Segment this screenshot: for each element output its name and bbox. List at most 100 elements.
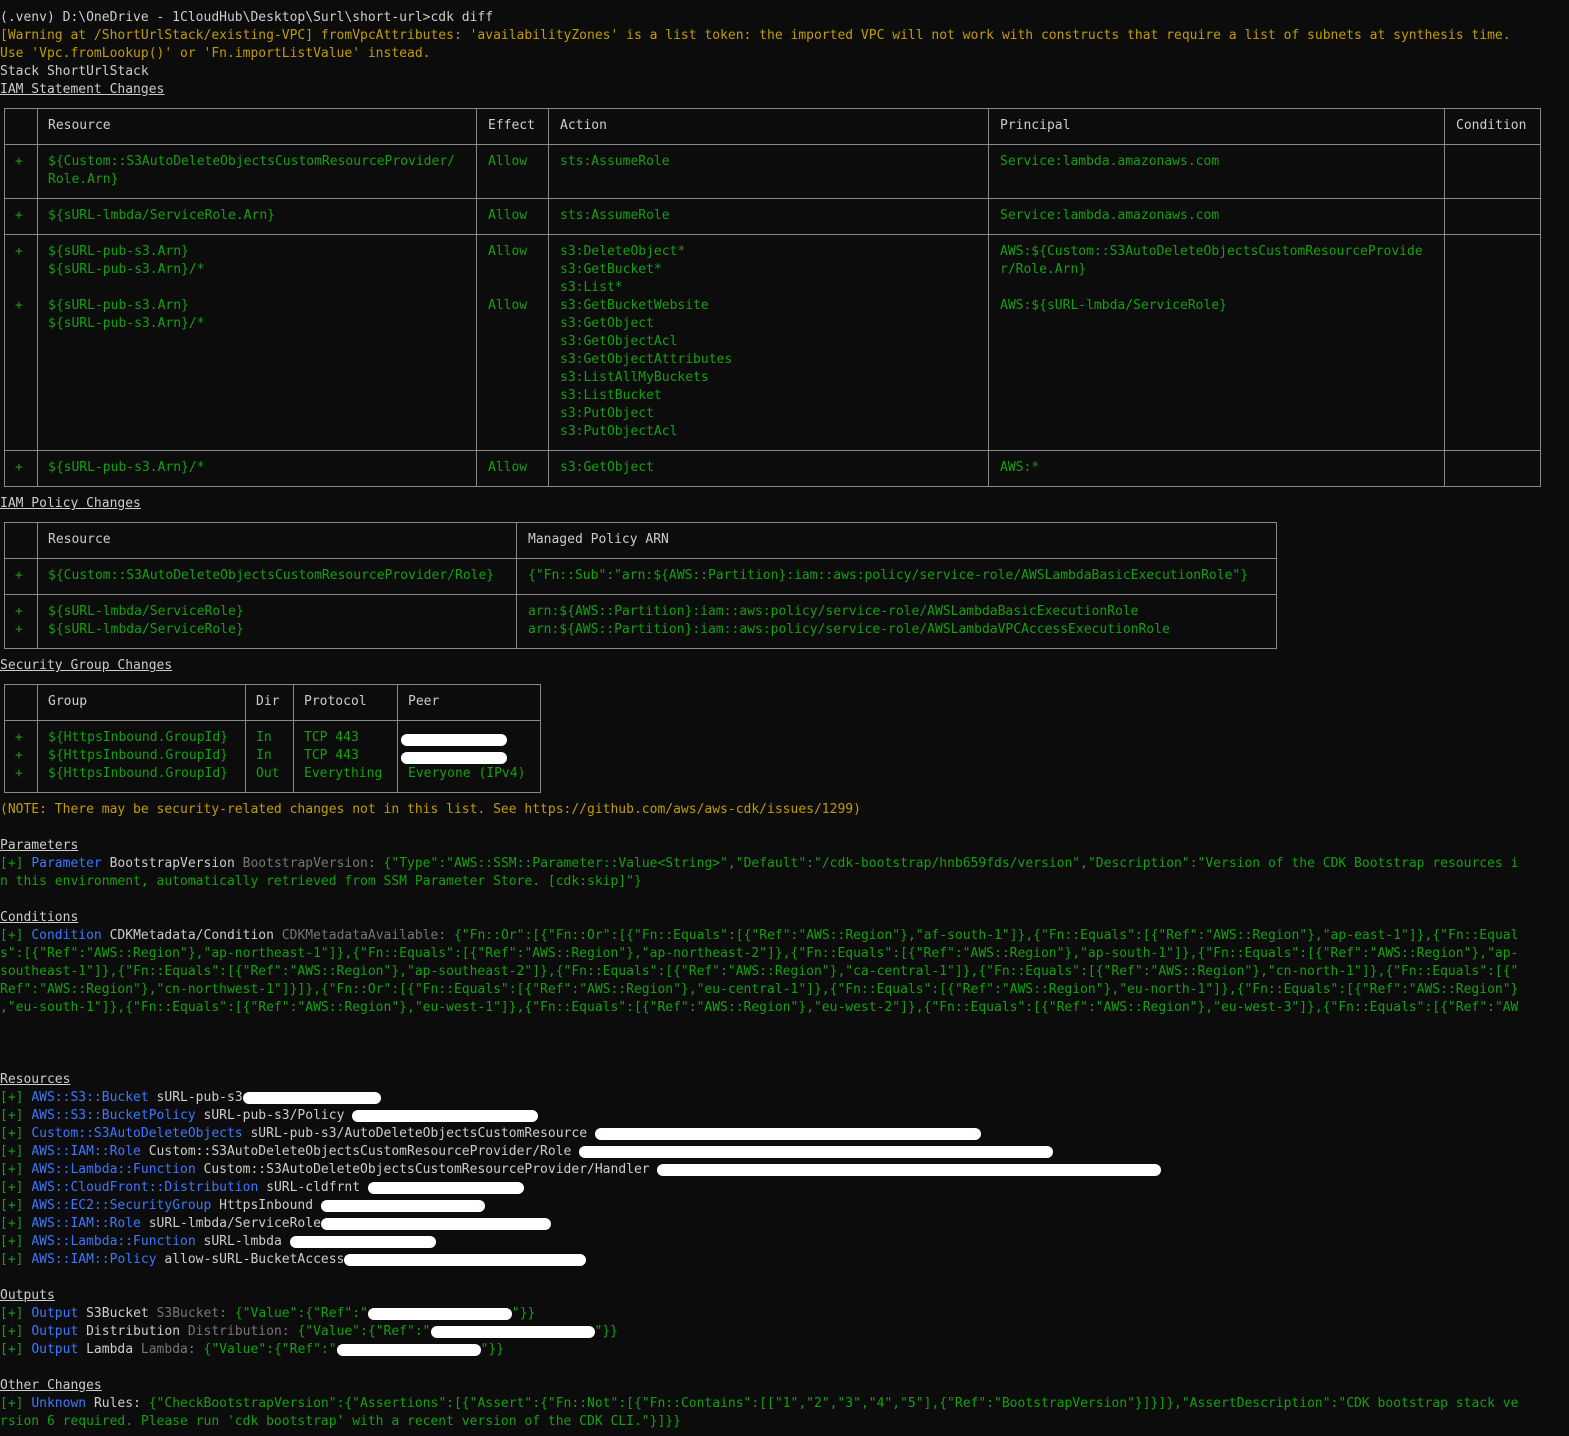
stack-line: Stack ShortUrlStack xyxy=(0,64,149,79)
header-resource: Resource xyxy=(48,532,111,547)
logical-name: Rules: xyxy=(93,1396,141,1411)
resource-name: sURL-pub-s3/AutoDeleteObjectsCustomResou… xyxy=(250,1126,588,1141)
security-group-title: Security Group Changes xyxy=(0,658,173,673)
logical-name: BootstrapVersion xyxy=(109,856,235,871)
resource-name: sURL-pub-s3 xyxy=(156,1090,243,1105)
resource-name: sURL-pub-s3/Policy xyxy=(203,1108,345,1123)
header-group: Group xyxy=(48,694,88,709)
row-protocol: TCP 443 TCP 443 Everything xyxy=(304,730,383,781)
added-marker: [+] xyxy=(0,928,24,943)
output-name: Distribution xyxy=(86,1324,181,1339)
resource-line: [+] AWS::IAM::Role sURL-lmbda/ServiceRol… xyxy=(0,1215,551,1233)
added-marker: [+] xyxy=(0,856,24,871)
iam-policy-table: Resource Managed Policy ARN + ${Custom::… xyxy=(4,522,1277,649)
header-principal: Principal xyxy=(1000,118,1071,133)
redacted-logical-id xyxy=(657,1163,1162,1176)
header-action: Action xyxy=(560,118,607,133)
row-action: s3:GetObject xyxy=(560,460,654,475)
resource-type: Custom::S3AutoDeleteObjects xyxy=(31,1126,243,1141)
resource-type: AWS::Lambda::Function xyxy=(31,1234,196,1249)
added-marker: [+] xyxy=(0,1198,24,1213)
warning-line-2: Use 'Vpc.fromLookup()' or 'Fn.importList… xyxy=(0,46,431,61)
json-value: {"Fn::Or":[{"Fn::Or":[{"Fn::Equals":[{"R… xyxy=(454,928,1519,943)
row-dir: In In Out xyxy=(256,730,280,781)
header-managed-policy-arn: Managed Policy ARN xyxy=(528,532,669,547)
added-marker: [+] xyxy=(0,1216,24,1231)
output-line: [+] Output Lambda Lambda: {"Value":{"Ref… xyxy=(0,1341,504,1359)
warning-line-1: [Warning at /ShortUrlStack/existing-VPC]… xyxy=(0,28,1511,43)
command-prompt: (.venv) D:\OneDrive - 1CloudHub\Desktop\… xyxy=(0,10,494,25)
added-marker: [+] xyxy=(0,1180,24,1195)
outputs-title: Outputs xyxy=(0,1288,55,1303)
security-group-table: Group Dir Protocol Peer + + + ${HttpsInb… xyxy=(4,684,541,793)
added-marker: [+] xyxy=(0,1396,24,1411)
resource-name: HttpsInbound xyxy=(219,1198,314,1213)
header-resource: Resource xyxy=(48,118,111,133)
row-principal: AWS:${Custom::S3AutoDeleteObjectsCustomR… xyxy=(1000,244,1423,313)
added-marker: [+] xyxy=(0,1234,24,1249)
resources-title: Resources xyxy=(0,1072,71,1087)
redacted-logical-id xyxy=(352,1109,539,1122)
resource-type: AWS::S3::BucketPolicy xyxy=(31,1108,196,1123)
conditions-title: Conditions xyxy=(0,910,79,925)
redacted-logical-id xyxy=(320,1217,551,1230)
resource-line: [+] AWS::EC2::SecurityGroup HttpsInbound xyxy=(0,1197,485,1215)
redacted-ref xyxy=(430,1325,595,1338)
resource-line: [+] AWS::Lambda::Function Custom::S3Auto… xyxy=(0,1161,1162,1179)
output-line: [+] Output S3Bucket S3Bucket: {"Value":{… xyxy=(0,1305,535,1323)
resource-name: sURL-lmbda/ServiceRole xyxy=(148,1216,321,1231)
output-name: S3Bucket xyxy=(86,1306,149,1321)
row-principal: Service:lambda.amazonaws.com xyxy=(1000,208,1220,223)
resource-line: [+] Custom::S3AutoDeleteObjects sURL-pub… xyxy=(0,1125,981,1143)
redacted-logical-id xyxy=(344,1253,587,1266)
header-condition: Condition xyxy=(1456,118,1527,133)
row-resource: ${sURL-lmbda/ServiceRole.Arn} xyxy=(48,208,275,223)
row-marker: + + + xyxy=(15,730,23,781)
added-marker: [+] xyxy=(0,1342,24,1357)
resource-line: [+] AWS::CloudFront::Distribution sURL-c… xyxy=(0,1179,524,1197)
output-id: S3Bucket: xyxy=(156,1306,228,1321)
output-id: Distribution: xyxy=(187,1324,290,1339)
resource-name: sURL-cldfrnt xyxy=(266,1180,361,1195)
redacted-logical-id xyxy=(289,1235,436,1248)
row-marker: + xyxy=(15,460,23,475)
resource-line: [+] AWS::S3::Bucket sURL-pub-s3 xyxy=(0,1089,381,1107)
added-marker: [+] xyxy=(0,1144,24,1159)
condition-line-cont: southeast-1"]},{"Fn::Equals":[{"Ref":"AW… xyxy=(0,964,1519,979)
kind-label: Condition xyxy=(31,928,102,943)
row-action: sts:AssumeRole xyxy=(560,208,670,223)
added-marker: [+] xyxy=(0,1126,24,1141)
resource-line: [+] AWS::IAM::Role Custom::S3AutoDeleteO… xyxy=(0,1143,1054,1161)
parameters-title: Parameters xyxy=(0,838,79,853)
row-marker: + xyxy=(15,208,23,223)
logical-id: CDKMetadataAvailable: xyxy=(281,928,447,943)
header-peer: Peer xyxy=(408,694,440,709)
row-principal: AWS:* xyxy=(1000,460,1040,475)
redacted-ref xyxy=(367,1307,512,1320)
logical-name: CDKMetadata/Condition xyxy=(109,928,274,943)
resource-type: AWS::IAM::Policy xyxy=(31,1252,157,1267)
row-group: ${HttpsInbound.GroupId} ${HttpsInbound.G… xyxy=(48,730,229,781)
added-marker: [+] xyxy=(0,1252,24,1267)
redacted-logical-id xyxy=(242,1091,381,1104)
resource-type: AWS::Lambda::Function xyxy=(31,1162,196,1177)
added-marker: [+] xyxy=(0,1108,24,1123)
json-value: {"Value":{"Ref":" xyxy=(203,1342,337,1357)
other-changes-title: Other Changes xyxy=(0,1378,102,1393)
resource-type: AWS::CloudFront::Distribution xyxy=(31,1180,259,1195)
json-value-end: "}} xyxy=(511,1306,536,1321)
kind-label: Output xyxy=(31,1342,79,1357)
condition-line-cont: ,"eu-south-1"]},{"Fn::Equals":[{"Ref":"A… xyxy=(0,1000,1519,1015)
resource-type: AWS::EC2::SecurityGroup xyxy=(31,1198,212,1213)
row-effect: Allow xyxy=(488,154,528,169)
iam-policy-title: IAM Policy Changes xyxy=(0,496,141,511)
row-policy-arn: arn:${AWS::Partition}:iam::aws:policy/se… xyxy=(528,604,1170,637)
resource-name: allow-sURL-BucketAccess xyxy=(164,1252,345,1267)
condition-line: [+] Condition CDKMetadata/Condition CDKM… xyxy=(0,927,1518,945)
condition-line-cont: s":[{"Ref":"AWS::Region"},"ap-northeast-… xyxy=(0,946,1519,961)
row-marker: + + xyxy=(15,244,23,313)
added-marker: [+] xyxy=(0,1324,24,1339)
iam-statement-table: Resource Effect Action Principal Conditi… xyxy=(4,108,1541,487)
row-policy-arn: {"Fn::Sub":"arn:${AWS::Partition}:iam::a… xyxy=(528,568,1249,583)
row-effect: Allow xyxy=(488,460,528,475)
